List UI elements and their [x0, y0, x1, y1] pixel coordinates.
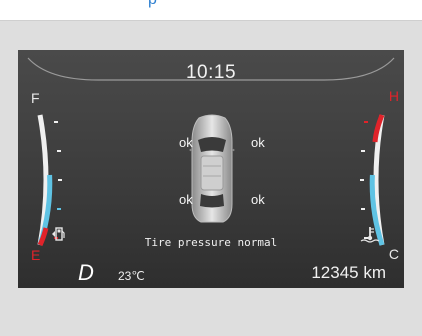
tire-pressure-status: Tire pressure normal: [144, 236, 278, 249]
odometer: 12345 km: [311, 263, 386, 282]
instrument-cluster: 10:15 F E H C ok ok ok ok Tire pressure …: [18, 50, 404, 288]
tire-rear-right-status: ok: [251, 192, 265, 207]
tire-rear-left-status: ok: [179, 192, 193, 207]
temp-hot-label: H: [388, 88, 399, 104]
tire-front-left-status: ok: [179, 135, 193, 150]
top-strip: p: [0, 0, 422, 20]
car-top-view-icon: [189, 114, 235, 223]
tire-front-right-status: ok: [251, 135, 265, 150]
fuel-full-label: F: [31, 90, 40, 106]
fuel-empty-label: E: [31, 247, 41, 263]
outside-temperature: 23℃: [118, 269, 145, 283]
top-text-fragment: p: [148, 0, 157, 9]
gear-indicator: D: [78, 260, 94, 285]
